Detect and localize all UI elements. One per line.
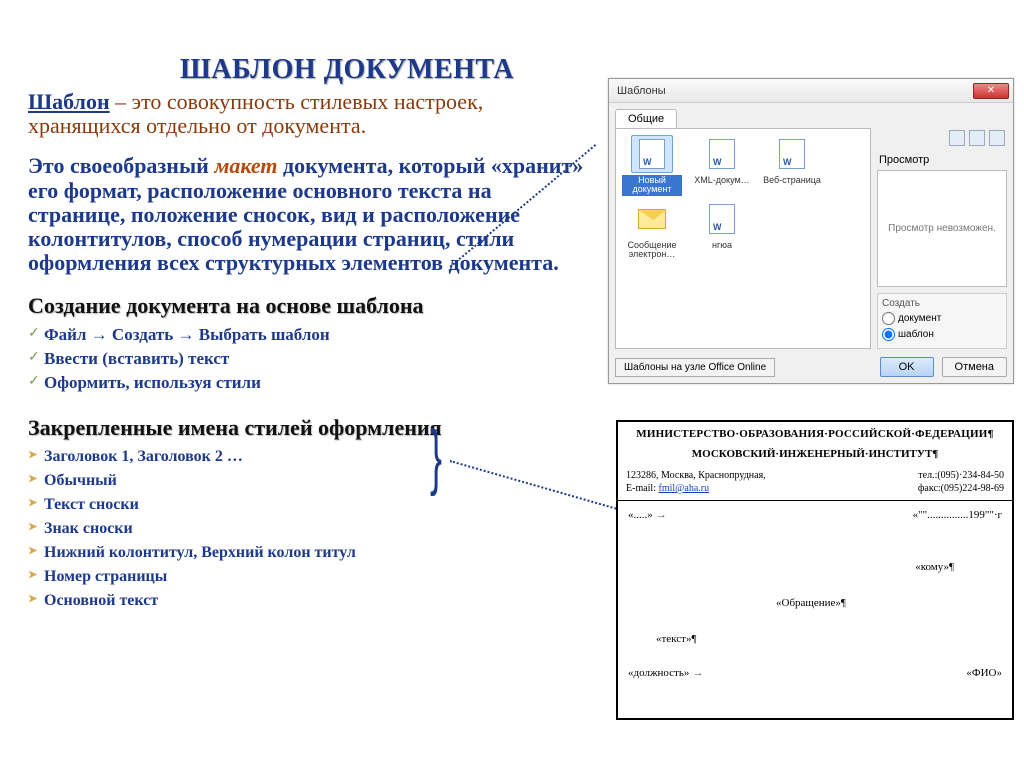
slide-title: ШАБЛОН ДОКУМЕНТА <box>180 54 514 86</box>
dialog-titlebar: Шаблоны ✕ <box>609 79 1013 103</box>
style-item: Обычный <box>28 469 588 493</box>
preview-label: Просмотр <box>877 150 1007 170</box>
cancel-button[interactable]: Отмена <box>942 357 1007 377</box>
doc-header-institute: МОСКОВСКИЙ·ИНЖЕНЕРНЫЙ·ИНСТИТУТ¶ <box>626 448 1004 460</box>
dialog-body: Общие Новый документ XML-докум… Веб-стра… <box>609 103 1013 383</box>
close-button[interactable]: ✕ <box>973 83 1009 99</box>
preview-pane: Просмотр Просмотр невозможен. Создать до… <box>877 128 1007 349</box>
template-item-email[interactable]: Сообщение электрон… <box>622 200 682 261</box>
radio-tpl-label: шаблон <box>898 329 934 340</box>
view-mode-icons <box>877 128 1007 150</box>
doc-fax: факс:(095)224-98-69 <box>918 483 1004 494</box>
template-label: нгюа <box>692 240 752 251</box>
placeholder-text: «текст»¶ <box>656 633 696 645</box>
doc-icon <box>631 135 673 173</box>
style-item: Текст сноски <box>28 493 588 517</box>
office-online-button[interactable]: Шаблоны на узле Office Online <box>615 358 775 377</box>
placeholder-fio: «ФИО» <box>966 667 1002 679</box>
subheading-create: Создание документа на основе шаблона <box>28 293 588 319</box>
view-icon[interactable] <box>949 130 965 146</box>
style-item: Заголовок 1, Заголовок 2 … <box>28 445 588 469</box>
radio-document[interactable]: документ <box>882 312 941 325</box>
doc-email: E-mail: fmil@aha.ru <box>626 483 709 494</box>
brace-icon: } <box>430 432 442 482</box>
style-item: Нижний колонтитул, Верхний колон титул <box>28 541 588 565</box>
term-shablon: Шаблон <box>28 89 110 114</box>
doc-phone: тел.:(095)·234-84-50 <box>918 470 1004 481</box>
placeholder-komu: «кому»¶ <box>915 561 954 573</box>
templates-dialog: Шаблоны ✕ Общие Новый документ XML-докум… <box>608 78 1014 384</box>
doc-icon <box>701 200 743 238</box>
templates-pane: Новый документ XML-докум… Веб-страница С… <box>615 128 871 349</box>
doc-address: 123286, Москва, Краснопрудная, <box>626 470 766 481</box>
doc-contact-row: E-mail: fmil@aha.ru факс:(095)224-98-69 <box>626 483 1004 494</box>
doc-body: «.....» «""...............199""·г «кому»… <box>626 507 1004 687</box>
placeholder-number: «.....» <box>628 509 667 521</box>
preview-box: Просмотр невозможен. <box>877 170 1007 287</box>
template-item-xml[interactable]: XML-докум… <box>692 135 752 196</box>
create-label: Создать <box>882 298 1002 309</box>
radio-template[interactable]: шаблон <box>882 328 934 341</box>
dialog-title: Шаблоны <box>617 85 666 97</box>
step-item: Ввести (вставить) текст <box>28 347 588 371</box>
description-paragraph: Это своеобразный макет документа, которы… <box>28 154 588 275</box>
template-label: Новый документ <box>622 175 682 196</box>
ok-button[interactable]: OK <box>880 357 934 377</box>
styles-list: Заголовок 1, Заголовок 2 … Обычный Текст… <box>28 445 588 613</box>
content-column: Шаблон – это совокупность стилевых настр… <box>28 90 588 613</box>
tab-general[interactable]: Общие <box>615 109 677 128</box>
definition-paragraph: Шаблон – это совокупность стилевых настр… <box>28 90 588 138</box>
document-template-preview: МИНИСТЕРСТВО·ОБРАЗОВАНИЯ·РОССИЙСКОЙ·ФЕДЕ… <box>616 420 1014 720</box>
template-label: Веб-страница <box>762 175 822 186</box>
style-item: Знак сноски <box>28 517 588 541</box>
template-item-custom[interactable]: нгюа <box>692 200 752 261</box>
dialog-panes: Новый документ XML-докум… Веб-страница С… <box>615 128 1007 349</box>
view-icon[interactable] <box>989 130 1005 146</box>
placeholder-date: «""...............199""·г <box>913 509 1002 521</box>
placeholder-dolzhnost: «должность» <box>628 667 703 679</box>
desc-pre: Это своеобразный <box>28 153 214 178</box>
word-maket: макет <box>214 153 277 178</box>
steps-list: Файл → Создать → Выбрать шаблон Ввести (… <box>28 323 588 395</box>
subheading-styles: Закрепленные имена стилей оформления <box>28 415 588 441</box>
template-label: Сообщение электрон… <box>622 240 682 261</box>
template-label: XML-докум… <box>692 175 752 186</box>
doc-icon <box>701 135 743 173</box>
email-prefix: E-mail: <box>626 483 659 494</box>
style-item: Основной текст <box>28 589 588 613</box>
step-item: Файл → Создать → Выбрать шаблон <box>28 323 588 347</box>
radio-doc-label: документ <box>898 313 941 324</box>
style-item: Номер страницы <box>28 565 588 589</box>
dialog-footer: Шаблоны на узле Office Online OK Отмена <box>615 357 1007 377</box>
placeholder-obrashenie: «Обращение»¶ <box>776 597 846 609</box>
doc-icon <box>771 135 813 173</box>
view-icon[interactable] <box>969 130 985 146</box>
doc-header-ministry: МИНИСТЕРСТВО·ОБРАЗОВАНИЯ·РОССИЙСКОЙ·ФЕДЕ… <box>626 428 1004 440</box>
mail-icon <box>631 200 673 238</box>
step-item: Оформить, используя стили <box>28 371 588 395</box>
doc-address-row: 123286, Москва, Краснопрудная, тел.:(095… <box>626 470 1004 481</box>
email-link[interactable]: fmil@aha.ru <box>659 483 710 494</box>
create-group: Создать документ шаблон <box>877 293 1007 349</box>
template-item-new-doc[interactable]: Новый документ <box>622 135 682 196</box>
template-item-web[interactable]: Веб-страница <box>762 135 822 196</box>
separator <box>618 500 1012 501</box>
